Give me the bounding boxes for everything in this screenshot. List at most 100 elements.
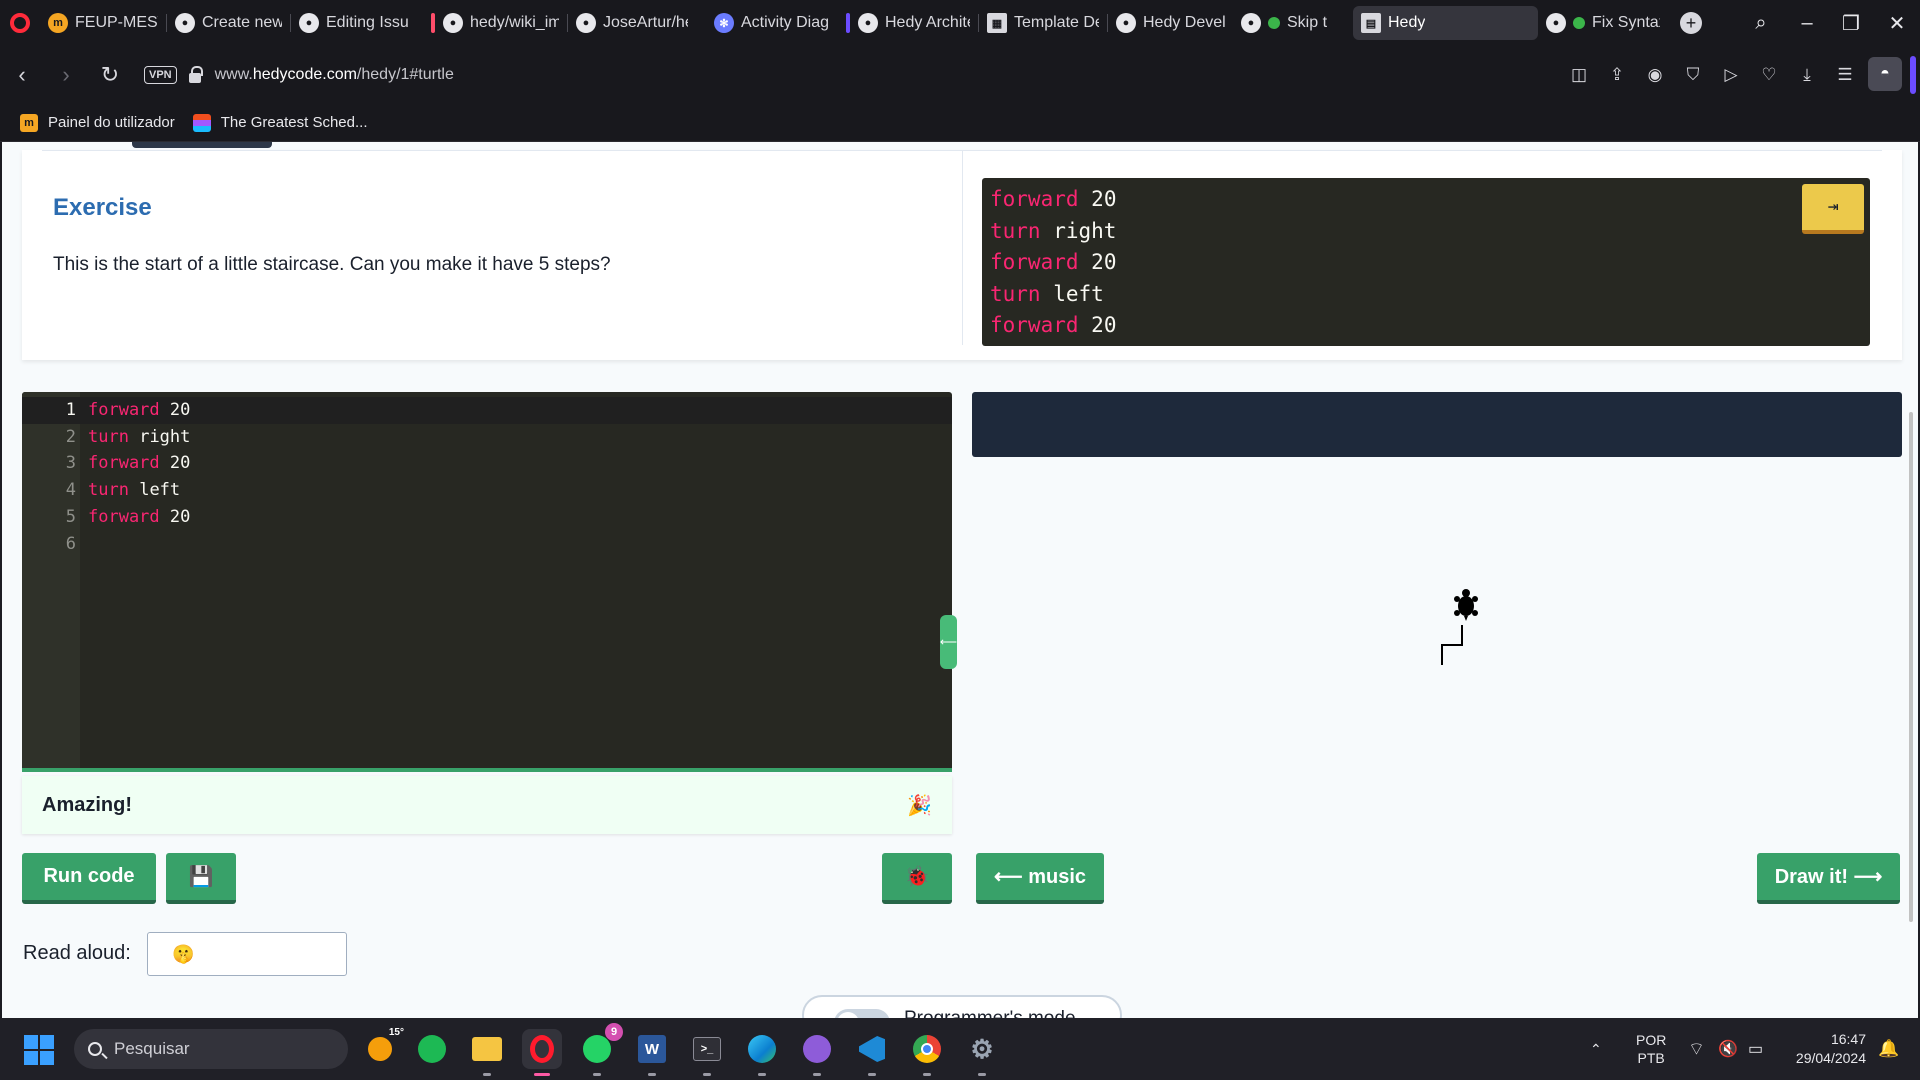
github-icon: ●	[1241, 13, 1261, 33]
tab-indicator	[132, 142, 272, 148]
feedback-message: Amazing!	[42, 793, 132, 816]
opera-logo-icon[interactable]	[0, 0, 40, 46]
draw-it-button[interactable]: Draw it! ⟶	[1757, 853, 1900, 904]
tab-editing-issue[interactable]: ● Editing Issue	[291, 6, 417, 40]
debug-button[interactable]: 🐞	[882, 853, 952, 904]
toggle-switch[interactable]	[834, 1009, 890, 1018]
easy-setup-icon[interactable]: ☰	[1826, 56, 1864, 94]
toolbar-icons: ◫ ⇪ ◉ ⛉ ▷ ♡ ⤓ ☰	[1560, 46, 1864, 104]
music-tab-button[interactable]: ⟵ music	[976, 853, 1104, 904]
whatsapp-icon	[583, 1035, 611, 1063]
moodle-icon: m	[48, 13, 68, 33]
github-desktop-icon	[803, 1035, 831, 1063]
back-icon[interactable]: ‹	[0, 53, 44, 97]
reload-icon[interactable]: ↻	[88, 53, 132, 97]
run-code-button[interactable]: Run code	[22, 853, 156, 904]
diagram-icon: ✻	[714, 13, 734, 33]
profile-icon[interactable]: ◓	[1868, 57, 1902, 91]
weather-icon	[368, 1037, 392, 1061]
bookmark-greatest-scheduler[interactable]: The Greatest Sched...	[192, 113, 368, 132]
editor-line[interactable]: 4 turn left	[22, 477, 952, 504]
notifications-bell-icon[interactable]: 🔔	[1878, 1018, 1899, 1080]
heart-icon[interactable]: ♡	[1750, 56, 1788, 94]
weather-widget[interactable]: 15°	[360, 1027, 404, 1069]
forward-icon[interactable]: ›	[44, 53, 88, 97]
tab-hedy-architecture[interactable]: ● Hedy Archite	[844, 6, 978, 40]
programmers-mode-toggle[interactable]: Programmer's mode	[802, 995, 1122, 1018]
tab-skip[interactable]: ● Skip t	[1233, 6, 1353, 40]
language-indicator[interactable]: POR PTB	[1636, 1018, 1666, 1080]
party-popper-icon: 🎉	[907, 794, 932, 817]
reader-mode-icon[interactable]: ◫	[1560, 56, 1598, 94]
editor-line[interactable]: 2 turn right	[22, 424, 952, 451]
folder-icon	[472, 1037, 502, 1061]
tab-joseartur[interactable]: ● JoseArtur/hec	[568, 6, 696, 40]
clock[interactable]: 16:47 29/04/2024	[1786, 1018, 1866, 1080]
settings-app[interactable]: ⚙	[962, 1029, 1002, 1076]
code-editor[interactable]: 1 forward 20 2 turn right 3 forward 20 4 tur…	[22, 392, 952, 772]
bug-icon	[1268, 17, 1280, 29]
chrome-icon	[913, 1035, 941, 1063]
tab-activity-diagram[interactable]: ✻ Activity Diagr	[706, 6, 838, 40]
bookmark-painel[interactable]: m Painel do utilizador	[20, 113, 175, 132]
tab-hedy-developer[interactable]: ● Hedy Develo	[1108, 6, 1233, 40]
terminal-app[interactable]: >_	[687, 1029, 727, 1076]
example-line: forward 20	[990, 250, 1117, 274]
edge-icon	[748, 1035, 776, 1063]
edge-app[interactable]	[742, 1029, 782, 1076]
example-line: turn right	[990, 218, 1117, 243]
tab-hedy-wiki[interactable]: ● hedy/wiki_im	[429, 6, 567, 40]
vscode-app[interactable]	[852, 1029, 892, 1076]
editor-line[interactable]: 6	[22, 531, 952, 558]
chrome-app[interactable]	[907, 1029, 947, 1076]
camera-icon[interactable]: ◉	[1636, 56, 1674, 94]
github-icon: ●	[443, 13, 463, 33]
read-aloud-select[interactable]: 🤫	[147, 932, 347, 976]
tab-hedy[interactable]: ▤ Hedy	[1353, 6, 1538, 40]
minimize-icon[interactable]: –	[1784, 0, 1830, 46]
github-desktop-app[interactable]	[797, 1029, 837, 1076]
tab-feup-mesw[interactable]: m FEUP-MESW(	[40, 6, 166, 40]
lock-icon[interactable]	[188, 66, 203, 83]
wifi-icon[interactable]: ⌔	[1688, 1018, 1705, 1080]
exercise-title: Exercise	[53, 194, 152, 221]
restore-icon[interactable]: ❐	[1828, 0, 1874, 46]
editor-line[interactable]: 1 forward 20	[22, 397, 952, 424]
whatsapp-app[interactable]: 9	[577, 1023, 623, 1076]
turtle-path	[1441, 625, 1463, 665]
save-button[interactable]: 💾	[166, 853, 236, 904]
search-tabs-icon[interactable]: ⌕	[1738, 0, 1784, 46]
share-icon[interactable]: ⇪	[1598, 56, 1636, 94]
vpn-badge[interactable]: VPN	[144, 66, 177, 84]
file-explorer-app[interactable]	[467, 1029, 507, 1076]
start-button[interactable]	[24, 1035, 54, 1065]
show-hidden-icons[interactable]: ⌃	[1590, 1018, 1602, 1080]
url-field[interactable]: www.hedycode.com/hedy/1#turtle	[215, 66, 454, 84]
editor-line[interactable]: 3 forward 20	[22, 450, 952, 477]
spotify-icon	[418, 1035, 446, 1063]
editor-line[interactable]: 5 forward 20	[22, 504, 952, 531]
taskbar-search[interactable]: Pesquisar	[74, 1029, 348, 1069]
spotify-app[interactable]	[412, 1029, 452, 1069]
template-icon: ▦	[987, 13, 1007, 33]
copy-code-button[interactable]: ⇥	[1802, 184, 1864, 234]
flow-icon[interactable]: ▷	[1712, 56, 1750, 94]
battery-icon[interactable]: ▭	[1748, 1018, 1763, 1080]
editor-resize-handle[interactable]: ⟵	[940, 615, 957, 669]
shield-icon[interactable]: ⛉	[1674, 56, 1712, 94]
opera-app[interactable]	[522, 1029, 562, 1076]
turtle-drawing	[1441, 589, 1478, 665]
search-icon	[88, 1042, 102, 1056]
volume-muted-icon[interactable]: 🔇	[1718, 1018, 1738, 1080]
notification-badge: 9	[605, 1023, 623, 1041]
download-icon[interactable]: ⤓	[1788, 56, 1826, 94]
tab-fix-syntax[interactable]: ● Fix Syntax	[1538, 6, 1668, 40]
tab-create-new[interactable]: ● Create new p	[167, 6, 290, 40]
github-icon: ●	[299, 13, 319, 33]
word-app[interactable]: W	[632, 1029, 672, 1076]
bug-icon	[1573, 17, 1585, 29]
page-scrollbar[interactable]	[1909, 412, 1913, 922]
close-icon[interactable]: ✕	[1874, 0, 1920, 46]
new-tab-button[interactable]: +	[1680, 12, 1702, 34]
tab-template[interactable]: ▦ Template De:	[979, 6, 1107, 40]
